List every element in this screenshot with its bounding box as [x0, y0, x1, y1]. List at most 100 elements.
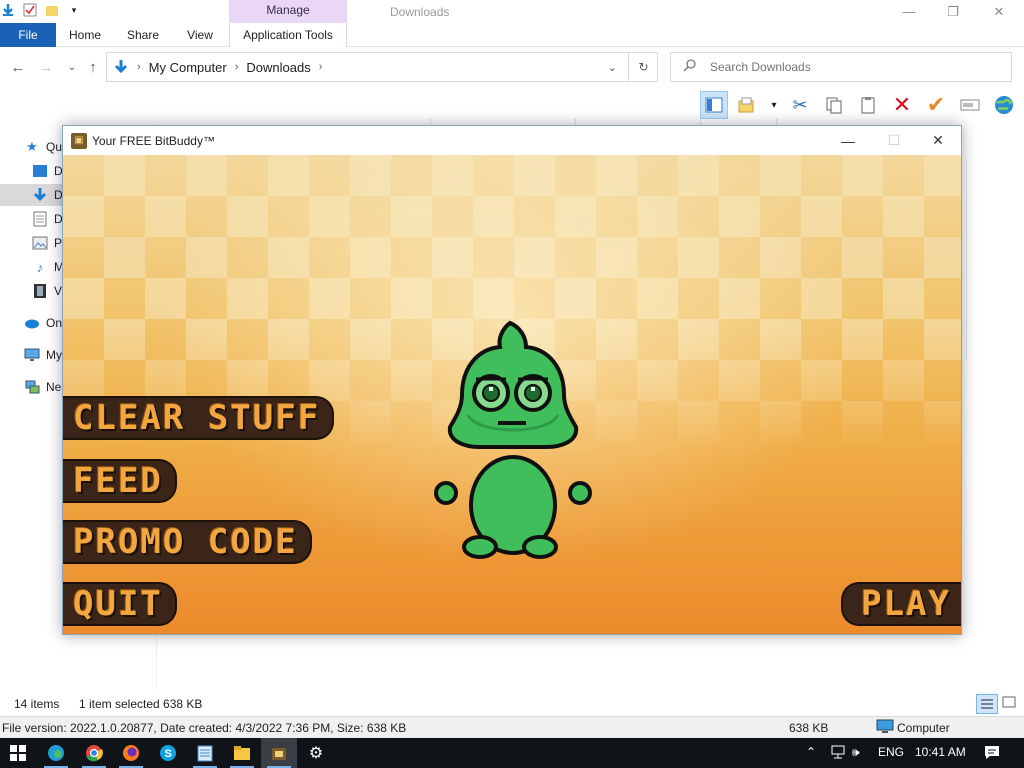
videos-film-icon	[32, 283, 48, 299]
svg-text:S: S	[165, 748, 172, 760]
action-center-icon[interactable]	[984, 744, 1000, 763]
rename-icon[interactable]	[956, 91, 984, 119]
nav-videos[interactable]: Vi	[32, 280, 64, 302]
tab-share[interactable]: Share	[120, 23, 166, 47]
windows-start-icon[interactable]	[0, 738, 36, 768]
tab-view[interactable]: View	[178, 23, 222, 47]
folder-options-dropdown-icon[interactable]: ▾	[768, 91, 780, 119]
nav-onedrive[interactable]: On	[24, 312, 62, 334]
nav-network[interactable]: Ne	[24, 376, 61, 398]
nav-quick-access[interactable]: ★ Qu	[24, 136, 62, 158]
buddy-left-foot	[462, 535, 498, 559]
file-details-text: File version: 2022.1.0.20877, Date creat…	[2, 721, 407, 735]
edge-browser-icon[interactable]	[38, 738, 74, 768]
explorer-maximize-button[interactable]: ❐	[930, 0, 976, 23]
quick-access-toolbar: ▾	[0, 2, 82, 18]
quick-access-star-icon: ★	[26, 139, 38, 154]
new-folder-icon[interactable]	[44, 2, 60, 18]
taskbar: S ⚙ ⌃ 🕪 ENG 10:41 AM	[0, 738, 1024, 768]
nav-desktop[interactable]: D	[32, 160, 63, 182]
forward-arrow-icon[interactable]: →	[36, 58, 56, 76]
search-box[interactable]	[670, 52, 1012, 82]
nav-music[interactable]: ♪ M	[32, 256, 64, 278]
address-bar[interactable]: › My Computer › Downloads › ⌄	[106, 52, 658, 82]
tab-home[interactable]: Home	[62, 23, 108, 47]
nav-label: On	[46, 316, 63, 330]
file-explorer-icon[interactable]	[224, 738, 260, 768]
nav-label: Ne	[46, 380, 62, 394]
copy-icon[interactable]	[820, 91, 848, 119]
clear-stuff-button[interactable]: CLEAR STUFF	[63, 396, 335, 440]
clear-stuff-label: CLEAR STUFF	[73, 398, 321, 438]
network-icon	[24, 379, 40, 395]
paste-clipboard-icon[interactable]	[854, 91, 882, 119]
customize-dropdown-icon[interactable]: ▾	[66, 2, 82, 18]
properties-checkbox-icon[interactable]	[22, 2, 38, 18]
nav-my-computer[interactable]: My	[24, 344, 62, 366]
cut-scissors-icon[interactable]: ✂	[786, 91, 814, 119]
music-note-icon: ♪	[36, 259, 44, 275]
breadcrumb-my-computer[interactable]: My Computer	[149, 60, 227, 75]
bitbuddy-window-title: Your FREE BitBuddy™	[92, 133, 215, 148]
buddy-left-hand	[434, 481, 458, 505]
explorer-minimize-button[interactable]: —	[886, 0, 932, 23]
nav-documents[interactable]: D	[32, 208, 63, 230]
desktop-folder-icon	[32, 163, 48, 179]
computer-monitor-icon	[876, 719, 894, 738]
feed-label: FEED	[73, 461, 163, 501]
play-button[interactable]: PLAY	[841, 582, 961, 626]
delete-x-icon[interactable]: ✕	[888, 91, 916, 119]
settings-gear-icon[interactable]: ⚙	[298, 738, 334, 768]
explorer-close-button[interactable]: ✕	[976, 0, 1022, 23]
skype-icon[interactable]: S	[150, 738, 186, 768]
globe-icon[interactable]	[990, 91, 1018, 119]
selection-info: 1 item selected 638 KB	[79, 697, 203, 711]
bitbuddy-app-icon[interactable]	[261, 738, 297, 768]
bitbuddy-app-icon: ▣	[71, 132, 87, 149]
downloads-arrow-icon[interactable]	[0, 2, 16, 18]
search-input[interactable]	[710, 60, 990, 74]
feed-button[interactable]: FEED	[63, 459, 177, 503]
up-arrow-icon[interactable]: ↑	[83, 58, 103, 76]
custom-toolbar: ▾ ✂ ✕ ✔	[700, 90, 1018, 120]
bitbuddy-minimize-button[interactable]: —	[825, 126, 871, 155]
clock-time[interactable]: 10:41 AM	[915, 745, 966, 759]
item-count: 14 items	[14, 697, 60, 711]
promo-code-label: PROMO CODE	[73, 522, 298, 562]
volume-speaker-icon[interactable]: 🕪	[852, 745, 860, 760]
manage-context-tab[interactable]: Manage	[229, 0, 347, 23]
bitbuddy-character[interactable]	[428, 315, 598, 565]
location-label: Computer	[897, 721, 950, 735]
file-details-bar: File version: 2022.1.0.20877, Date creat…	[0, 716, 1024, 738]
tray-chevron-up-icon[interactable]: ⌃	[806, 745, 816, 759]
firefox-browser-icon[interactable]	[113, 738, 149, 768]
tab-application-tools[interactable]: Application Tools	[229, 23, 347, 47]
preview-pane-icon[interactable]	[700, 91, 728, 119]
large-icons-view-icon[interactable]	[1002, 696, 1016, 711]
quit-button[interactable]: QUIT	[63, 582, 177, 626]
nav-pictures[interactable]: Pi	[32, 232, 65, 254]
breadcrumb-downloads[interactable]: Downloads	[246, 60, 310, 75]
folder-options-icon[interactable]	[734, 91, 762, 119]
quit-label: QUIT	[73, 584, 163, 624]
breadcrumb-separator-icon: ›	[137, 61, 141, 73]
network-wired-icon[interactable]	[830, 744, 846, 763]
tab-file[interactable]: File	[0, 23, 56, 47]
explorer-window-title: Downloads	[390, 5, 450, 19]
breadcrumb-separator-icon: ›	[318, 61, 323, 73]
back-arrow-icon[interactable]: ←	[8, 58, 28, 76]
promo-code-button[interactable]: PROMO CODE	[63, 520, 312, 564]
chrome-browser-icon[interactable]	[76, 738, 112, 768]
refresh-icon[interactable]: ↻	[628, 52, 658, 82]
bitbuddy-maximize-button: ☐	[887, 132, 901, 148]
checkmark-icon[interactable]: ✔	[922, 91, 950, 119]
recent-locations-chevron-icon[interactable]: ⌄	[62, 58, 82, 76]
details-view-icon[interactable]	[976, 694, 998, 714]
play-label: PLAY	[861, 584, 951, 624]
bitbuddy-close-button[interactable]: ✕	[915, 126, 961, 155]
notepad-icon[interactable]	[187, 738, 223, 768]
input-language[interactable]: ENG	[878, 745, 904, 759]
search-icon	[683, 59, 696, 75]
address-history-dropdown-icon[interactable]: ⌄	[608, 61, 617, 74]
navigation-bar: ← → ⌄ ↑ › My Computer › Downloads › ⌄ ↻	[0, 50, 1024, 84]
